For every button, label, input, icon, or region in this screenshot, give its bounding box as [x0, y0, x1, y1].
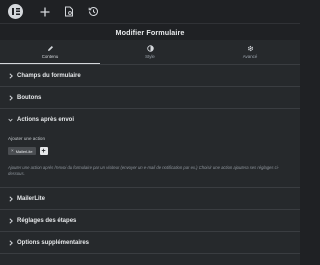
tab-content[interactable]: Contenu — [0, 40, 100, 64]
document-settings-icon[interactable] — [58, 0, 80, 23]
pencil-icon — [47, 45, 53, 51]
remove-tag-icon[interactable]: × — [11, 148, 14, 154]
tab-advanced[interactable]: Avancé — [200, 40, 300, 64]
chevron-right-icon — [8, 72, 13, 79]
section-body: Ajouter une action × MailerLite + Ajoute… — [0, 131, 300, 187]
section-title: Options supplémentaires — [17, 239, 90, 246]
section-buttons[interactable]: Boutons — [0, 87, 300, 109]
section-form-fields[interactable]: Champs du formulaire — [0, 65, 300, 87]
plus-icon[interactable] — [34, 0, 56, 23]
chevron-down-icon — [8, 117, 13, 124]
tab-label: Avancé — [242, 54, 258, 59]
editor-panel: Modifier Formulaire Contenu Style Avancé… — [0, 0, 300, 265]
section-steps-settings[interactable]: Réglages des étapes — [0, 210, 300, 232]
action-tag: × MailerLite — [8, 147, 36, 155]
section-header[interactable]: Actions après envoi — [0, 109, 300, 131]
actions-description: Ajouter une action après l'envoi du form… — [8, 165, 280, 176]
tab-label: Contenu — [41, 53, 59, 59]
chevron-right-icon — [8, 195, 13, 202]
tab-label: Style — [145, 54, 155, 59]
tab-style[interactable]: Style — [100, 40, 200, 64]
section-title: Boutons — [17, 94, 42, 101]
section-title: Actions après envoi — [17, 117, 75, 123]
elementor-logo-icon[interactable] — [8, 4, 23, 19]
section-title: MailerLite — [17, 195, 46, 202]
gear-icon — [247, 45, 253, 52]
section-additional-options[interactable]: Options supplémentaires — [0, 232, 300, 254]
chevron-right-icon — [8, 239, 13, 246]
panel-title: Modifier Formulaire — [0, 23, 300, 40]
section-actions-after-submit: Actions après envoi Ajouter une action ×… — [0, 109, 300, 188]
tab-bar: Contenu Style Avancé — [0, 40, 300, 65]
chevron-right-icon — [8, 217, 13, 224]
add-action-label: Ajouter une action — [8, 136, 46, 141]
section-title: Réglages des étapes — [17, 217, 77, 224]
section-title: Champs du formulaire — [17, 72, 81, 79]
history-icon[interactable] — [82, 0, 104, 23]
action-tag-label: MailerLite — [15, 148, 33, 154]
half-circle-icon — [146, 45, 154, 52]
add-action-button[interactable]: + — [39, 147, 48, 155]
top-bar — [0, 0, 300, 23]
actions-select[interactable]: × MailerLite + — [8, 147, 292, 155]
section-mailerlite[interactable]: MailerLite — [0, 188, 300, 210]
chevron-right-icon — [8, 94, 13, 101]
